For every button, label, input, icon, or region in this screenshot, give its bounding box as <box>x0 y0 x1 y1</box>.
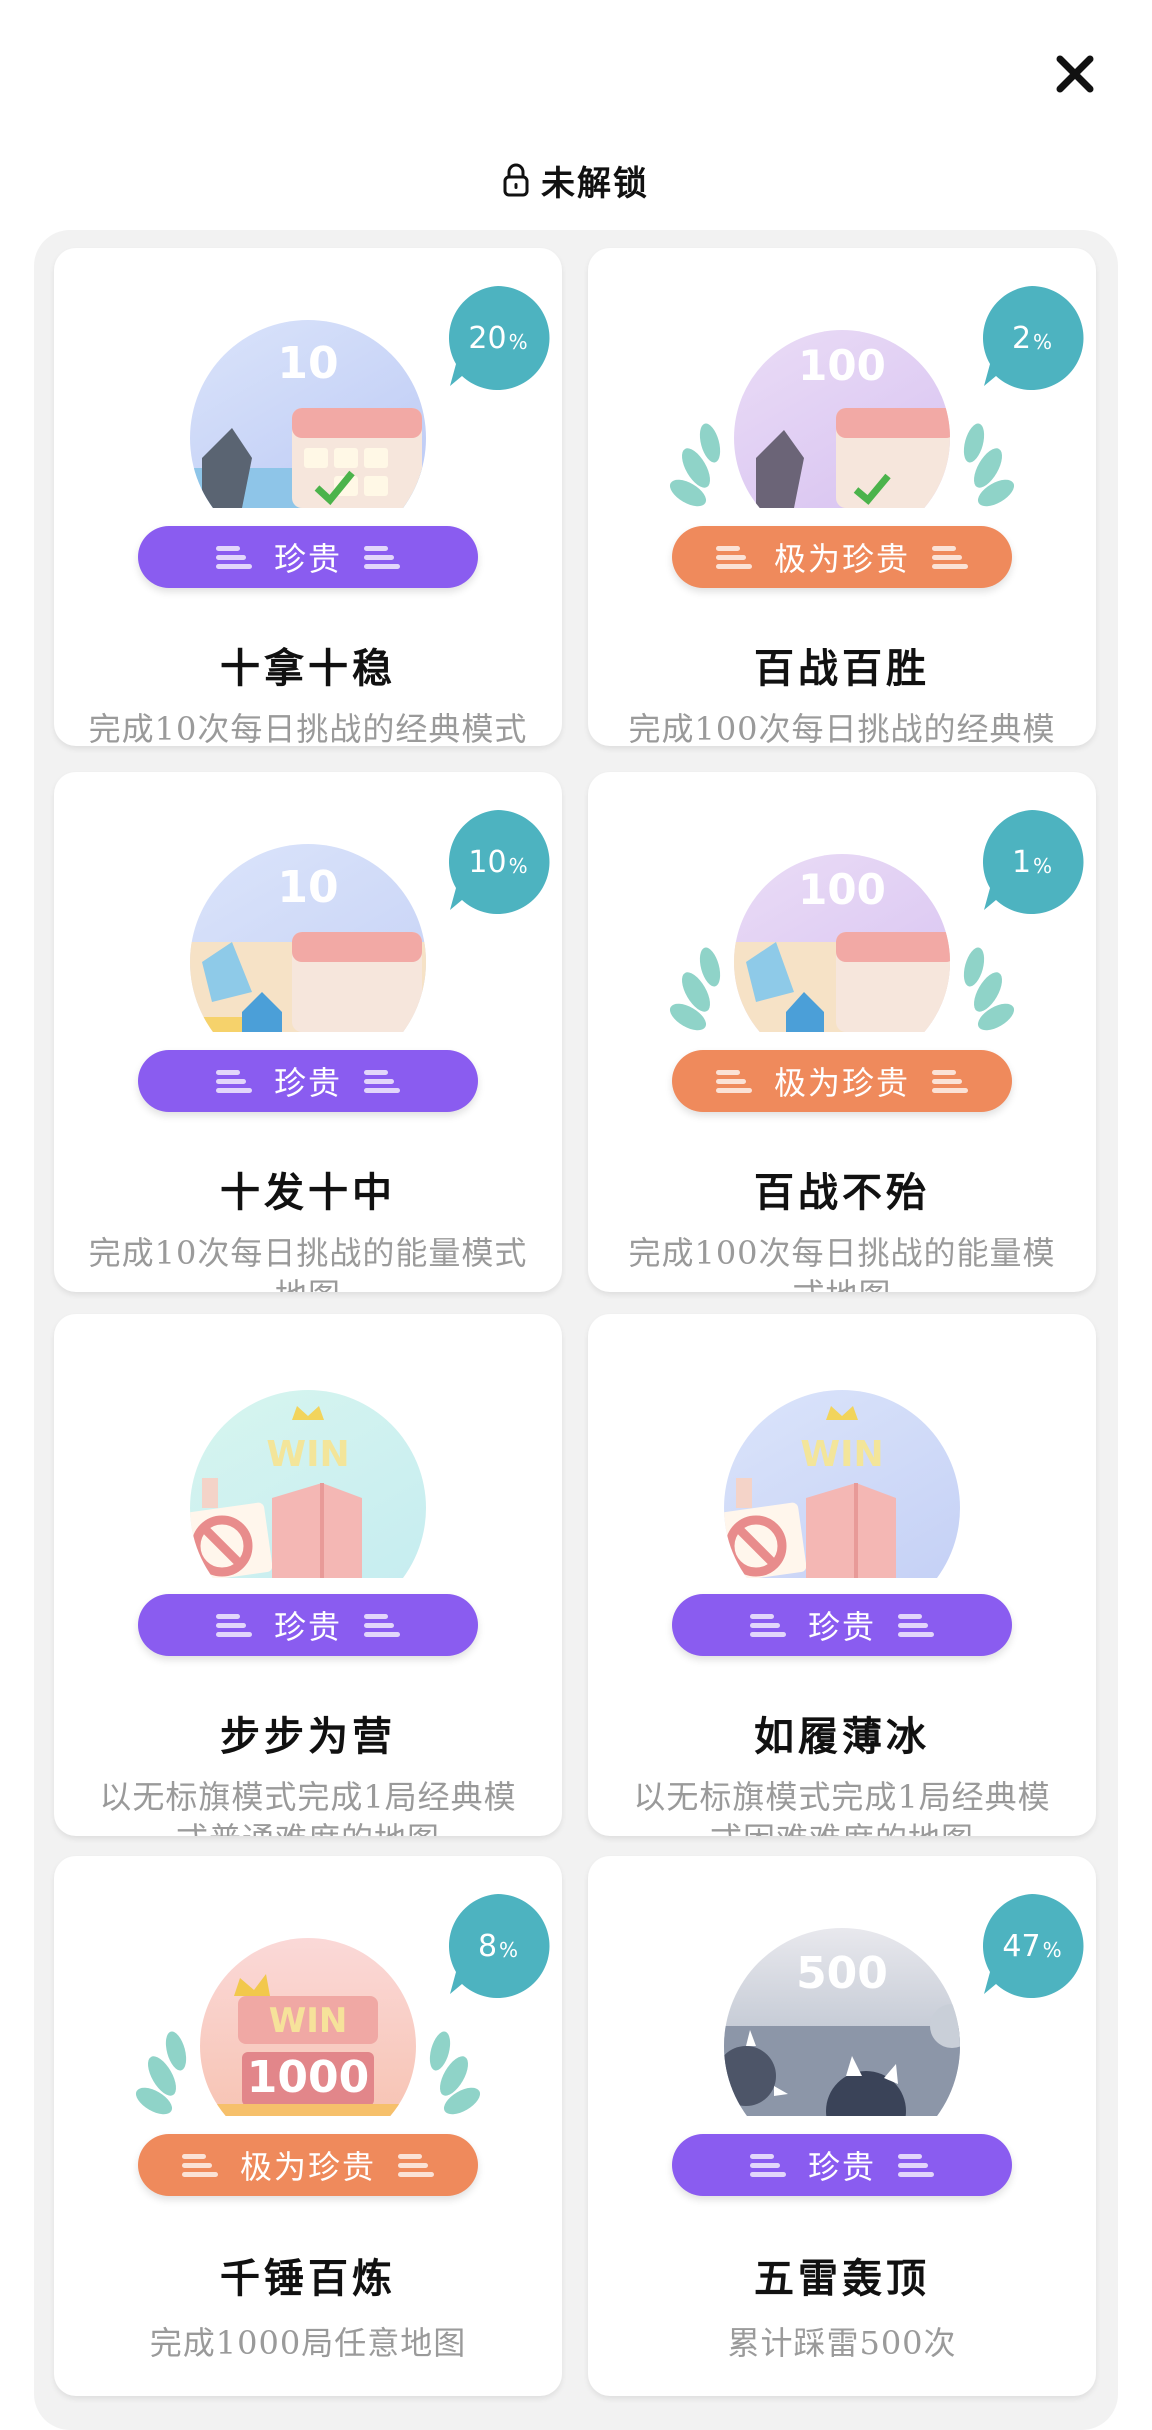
stripes-icon <box>215 1069 252 1093</box>
flag-icon: WIN <box>724 1390 960 1578</box>
rarity-badge: 珍贵 <box>138 1594 478 1656</box>
stripes-icon <box>398 2153 434 2177</box>
achievement-name: 十发十中 <box>220 1169 396 1216</box>
achievement-card[interactable]: 47% 500 珍贵 五雷轰顶 累计踩雷500次 <box>588 1856 1096 2396</box>
svg-text:10: 10 <box>277 338 338 389</box>
achievement-card[interactable]: WIN 珍贵 如履薄冰 以无标旗模式完成1局经典模式困难难度的地图 <box>588 1314 1096 1836</box>
rarity-badge: 珍贵 <box>138 526 478 588</box>
achievement-description: 完成10次每日挑战的能量模式地图 <box>88 1234 528 1292</box>
rarity-badge: 极为珍贵 <box>672 526 1012 588</box>
achievement-description: 完成10次每日挑战的经典模式地图 <box>88 710 528 746</box>
stripes-icon <box>749 1613 786 1637</box>
achievement-card[interactable]: 1% 100 极为珍贵 百战不殆 完成100次每日挑战的能量模式地图 <box>588 772 1096 1292</box>
achievement-card[interactable]: WIN 珍贵 步步为营 以无标旗模式完成1局经典模式普通难度的地图 <box>54 1314 562 1836</box>
stripes-icon <box>364 1069 400 1093</box>
achievement-name: 五雷轰顶 <box>754 2255 930 2302</box>
svg-text:WIN: WIN <box>269 2001 348 2041</box>
svg-text:100: 100 <box>798 341 886 390</box>
svg-text:500: 500 <box>796 1948 888 1999</box>
trophy-icon: WIN 1000 <box>135 1938 481 2116</box>
achievement-name: 百战百胜 <box>754 645 930 692</box>
achievement-name: 步步为营 <box>220 1713 396 1760</box>
stripes-icon <box>215 1613 252 1637</box>
achievement-card[interactable]: 2% 100 极为珍贵 百战百胜 完成100次每日挑战的经典模式地图 <box>588 248 1096 746</box>
achievement-name: 百战不殆 <box>754 1169 930 1216</box>
stripes-icon <box>932 1069 968 1093</box>
stripes-icon <box>898 1613 934 1637</box>
achievement-name: 如履薄冰 <box>754 1713 930 1760</box>
stripes-icon <box>364 1613 400 1637</box>
stripes-icon <box>181 2153 218 2177</box>
achievement-card[interactable]: 10% 10 珍贵 十发十中 完成10次每日挑战的能量模式地图 <box>54 772 562 1292</box>
lock-icon <box>503 163 529 197</box>
stripes-icon <box>715 545 752 569</box>
rarity-badge: 珍贵 <box>672 1594 1012 1656</box>
achievement-description: 完成1000局任意地图 <box>149 2324 467 2362</box>
achievement-description: 以无标旗模式完成1局经典模式普通难度的地图 <box>99 1778 517 1836</box>
calendar-icon: 10 <box>190 844 426 1032</box>
svg-text:WIN: WIN <box>266 1434 349 1475</box>
completion-percent: 10 <box>468 844 507 880</box>
achievement-card[interactable]: 8% WIN 1000 极为珍贵 千锤百炼 完成1000局任意地图 <box>54 1856 562 2396</box>
achievement-card[interactable]: 20% 10 珍贵 十拿十稳 完成10次每日挑战的经典模式地图 <box>54 248 562 746</box>
stripes-icon <box>898 2153 934 2177</box>
close-button[interactable] <box>1040 44 1110 104</box>
achievement-description: 完成100次每日挑战的能量模式地图 <box>628 1234 1056 1292</box>
achievement-description: 以无标旗模式完成1局经典模式困难难度的地图 <box>633 1778 1051 1836</box>
page-title: 未解锁 <box>541 163 649 204</box>
stripes-icon <box>364 545 400 569</box>
calendar-icon: 100 <box>669 854 1015 1032</box>
flag-icon: WIN <box>190 1390 426 1578</box>
achievement-name: 十拿十稳 <box>220 645 396 692</box>
stripes-icon <box>932 545 968 569</box>
achievement-description: 完成100次每日挑战的经典模式地图 <box>628 710 1056 746</box>
calendar-icon: 100 <box>669 330 1015 508</box>
rarity-badge: 极为珍贵 <box>138 2134 478 2196</box>
svg-text:1000: 1000 <box>247 2052 369 2103</box>
stripes-icon <box>215 545 252 569</box>
svg-text:WIN: WIN <box>800 1434 883 1475</box>
rarity-badge: 珍贵 <box>672 2134 1012 2196</box>
svg-text:10: 10 <box>277 862 338 913</box>
svg-text:100: 100 <box>798 865 886 914</box>
mine-icon: 500 <box>724 1928 960 2116</box>
close-icon <box>1056 55 1094 93</box>
rarity-badge: 珍贵 <box>138 1050 478 1112</box>
achievement-description: 累计踩雷500次 <box>727 2324 957 2362</box>
rarity-badge: 极为珍贵 <box>672 1050 1012 1112</box>
completion-percent: 47 <box>1002 1928 1041 1964</box>
stripes-icon <box>749 2153 786 2177</box>
header: 未解锁 <box>0 150 1152 210</box>
stripes-icon <box>715 1069 752 1093</box>
completion-percent: 20 <box>468 320 507 356</box>
calendar-icon: 10 <box>190 320 426 508</box>
achievement-name: 千锤百炼 <box>220 2255 396 2302</box>
